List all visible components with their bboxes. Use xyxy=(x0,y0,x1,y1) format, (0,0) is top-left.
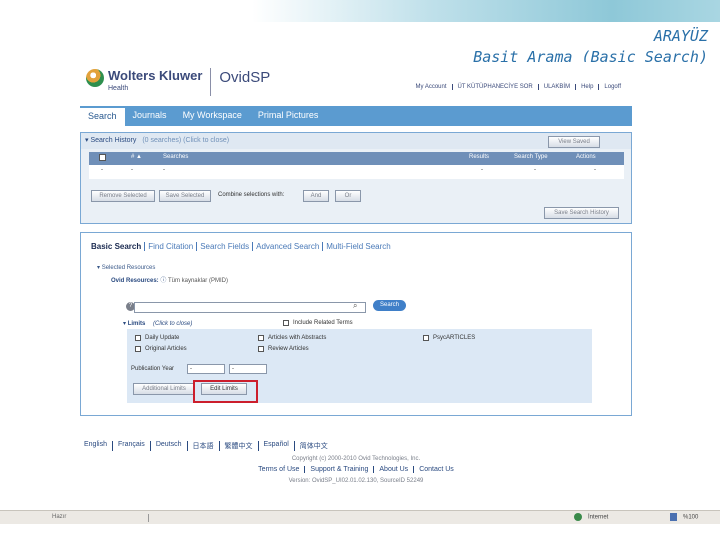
version-info: Version: OvidSP_UI02.01.02.130, SourceID… xyxy=(288,478,424,484)
publication-year-label: Publication Year xyxy=(131,366,175,372)
daily-update-checkbox[interactable] xyxy=(135,335,141,341)
original-articles-checkbox[interactable] xyxy=(135,346,141,352)
slide-header-band xyxy=(0,0,720,22)
col-number[interactable]: # ▲ xyxy=(131,154,142,160)
zoom-level[interactable]: %100 xyxy=(670,513,698,521)
search-button[interactable]: Search xyxy=(373,300,406,311)
mode-basic-search[interactable]: Basic Search xyxy=(91,242,144,251)
additional-limits-button[interactable]: Additional Limits xyxy=(133,383,195,395)
lang-french[interactable]: Français xyxy=(111,441,150,451)
selected-resources-toggle[interactable]: ▾ Selected Resources xyxy=(97,264,155,271)
link-contact[interactable]: Contact Us xyxy=(413,466,459,473)
basic-search-panel: Basic Search Find Citation Search Fields… xyxy=(80,232,632,416)
magnifier-icon: ⌕ xyxy=(353,301,358,310)
slide-title-line1: ARAYÜZ xyxy=(653,27,708,45)
link-ulakbim[interactable]: ULAKBİM xyxy=(537,84,575,90)
limits-toggle[interactable]: ▾ Limits (Click to close) xyxy=(123,320,192,327)
abstracts-checkbox[interactable] xyxy=(258,335,264,341)
help-icon: ⓘ xyxy=(160,278,167,284)
link-logoff[interactable]: Logoff xyxy=(598,84,626,90)
ovid-resources: Ovid Resources: ⓘ Tüm kaynaklar (PMID) xyxy=(111,275,228,284)
tab-journals[interactable]: Journals xyxy=(125,106,175,126)
collapse-arrow-icon: ▾ xyxy=(85,137,89,144)
search-history-title: Search History xyxy=(90,137,137,144)
footer-links: Terms of Use Support & Training About Us… xyxy=(80,466,632,473)
col-search-type: Search Type xyxy=(514,154,548,160)
psycarticles-label: PsycARTICLES xyxy=(433,335,476,341)
logo-divider xyxy=(210,68,212,96)
mode-multi-field-search[interactable]: Multi-Field Search xyxy=(322,242,393,251)
brand-sub: Health xyxy=(108,85,129,92)
product-name: OvidSP xyxy=(219,69,271,86)
lang-spanish[interactable]: Español xyxy=(257,441,294,451)
link-my-account[interactable]: My Account xyxy=(410,84,451,90)
top-links: My Account ÜT KÜTÜPHANECİYE SOR ULAKBİM … xyxy=(410,84,626,90)
save-selected-button[interactable]: Save Selected xyxy=(159,190,211,202)
link-support[interactable]: Support & Training xyxy=(304,466,373,473)
combine-label: Combine selections with: xyxy=(218,192,285,198)
abstracts-label: Articles with Abstracts xyxy=(268,335,327,341)
tab-search[interactable]: Search xyxy=(80,106,125,126)
remove-selected-button[interactable]: Remove Selected xyxy=(91,190,155,202)
save-search-history-button[interactable]: Save Search History xyxy=(544,207,619,219)
review-articles-checkbox[interactable] xyxy=(258,346,264,352)
original-articles-label: Original Articles xyxy=(145,346,187,352)
mode-find-citation[interactable]: Find Citation xyxy=(144,242,196,251)
year-to-select[interactable]: - xyxy=(229,364,267,374)
brand-name: Wolters Kluwer xyxy=(108,68,203,83)
lang-japanese[interactable]: 日本語 xyxy=(186,441,219,451)
search-history-panel: ▾ Search History (0 searches) (Click to … xyxy=(80,132,632,224)
col-actions: Actions xyxy=(576,154,596,160)
edit-limits-highlight xyxy=(193,380,258,403)
psycarticles-checkbox[interactable] xyxy=(423,335,429,341)
browser-status-bar: Hazır İnternet %100 xyxy=(0,510,720,524)
daily-update-label: Daily Update xyxy=(145,335,180,341)
internet-globe-icon xyxy=(574,513,582,521)
mode-advanced-search[interactable]: Advanced Search xyxy=(252,242,322,251)
search-history-count: (0 searches) (Click to close) xyxy=(142,137,230,144)
and-button[interactable]: And xyxy=(303,190,329,202)
lang-simplified-chinese[interactable]: 简体中文 xyxy=(293,441,333,451)
security-zone: İnternet xyxy=(574,513,608,521)
tab-primal-pictures[interactable]: Primal Pictures xyxy=(250,106,327,126)
search-mode-tabs: Basic Search Find Citation Search Fields… xyxy=(91,242,394,251)
status-text: Hazır xyxy=(52,514,67,520)
lang-traditional-chinese[interactable]: 繁體中文 xyxy=(218,441,258,451)
view-saved-button[interactable]: View Saved xyxy=(548,136,600,148)
link-about[interactable]: About Us xyxy=(373,466,413,473)
search-input[interactable] xyxy=(134,302,366,313)
mode-search-fields[interactable]: Search Fields xyxy=(196,242,252,251)
col-searches: Searches xyxy=(163,154,189,160)
link-help[interactable]: Help xyxy=(575,84,598,90)
copyright: Copyright (c) 2000-2010 Ovid Technologie… xyxy=(291,456,421,462)
history-grid-header: # ▲ Searches Results Search Type Actions xyxy=(89,152,624,165)
zoom-icon xyxy=(670,513,677,521)
ovid-screenshot: Wolters Kluwer Health OvidSP My Account … xyxy=(80,62,632,516)
year-from-select[interactable]: - xyxy=(187,364,225,374)
history-grid-row: - - - - - - xyxy=(89,165,624,179)
main-tabs: Search Journals My Workspace Primal Pict… xyxy=(80,106,632,126)
ovid-resources-label: Ovid Resources: xyxy=(111,278,159,284)
or-button[interactable]: Or xyxy=(335,190,361,202)
link-terms[interactable]: Terms of Use xyxy=(253,466,304,473)
col-results: Results xyxy=(469,154,490,160)
globe-icon xyxy=(86,69,104,87)
review-articles-label: Review Articles xyxy=(268,346,309,352)
language-links: English Français Deutsch 日本語 繁體中文 Españo… xyxy=(84,441,333,451)
lang-german[interactable]: Deutsch xyxy=(149,441,187,451)
brand-logo: Wolters Kluwer Health OvidSP xyxy=(86,68,270,96)
lang-english[interactable]: English xyxy=(84,441,112,451)
select-all-checkbox[interactable] xyxy=(99,154,106,161)
include-related-label: Include Related Terms xyxy=(293,320,353,326)
tab-my-workspace[interactable]: My Workspace xyxy=(175,106,250,126)
status-divider xyxy=(148,514,149,522)
link-ask-librarian[interactable]: ÜT KÜTÜPHANECİYE SOR xyxy=(451,84,538,90)
include-related-checkbox[interactable] xyxy=(283,320,289,326)
ovid-resources-value[interactable]: Tüm kaynaklar (PMID) xyxy=(168,278,228,284)
